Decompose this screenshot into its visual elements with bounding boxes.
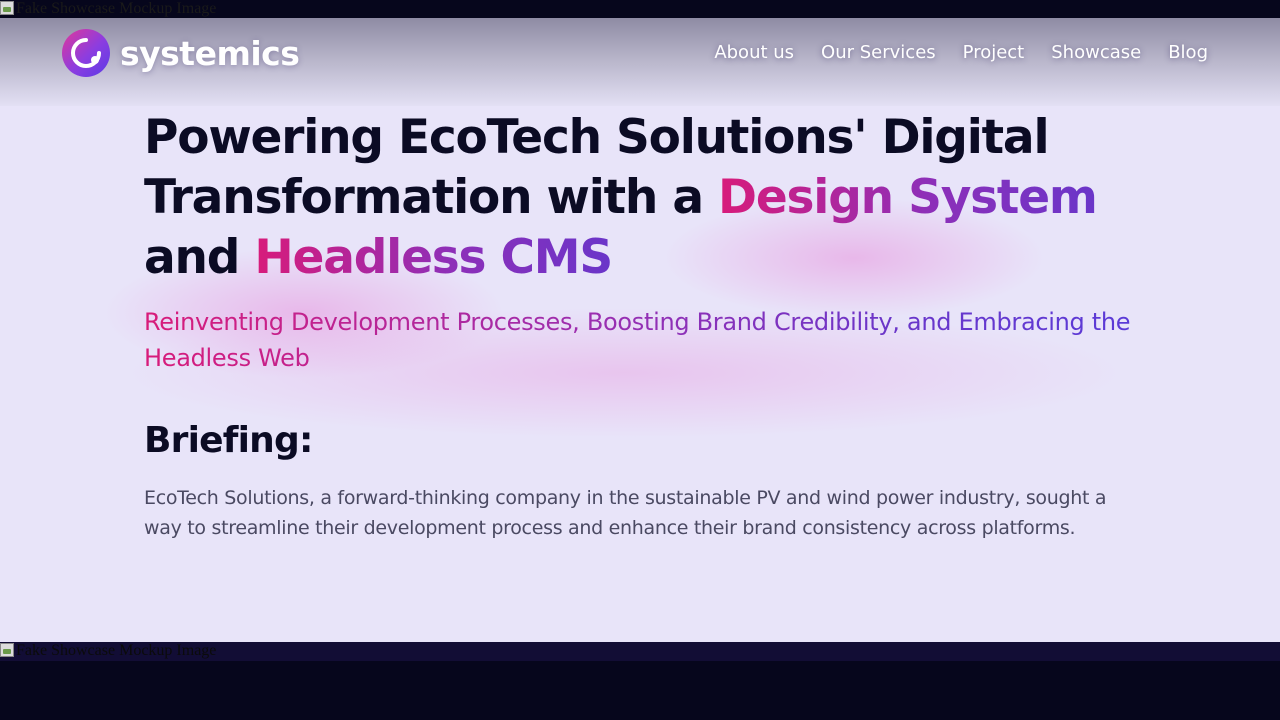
title-highlight-headless-cms: Headless CMS <box>254 230 613 285</box>
page-subtitle: Reinventing Development Processes, Boost… <box>144 304 1144 376</box>
showcase-mockup-image-top: Fake Showcase Mockup Image <box>0 0 1280 18</box>
showcase-mockup-image-bottom: Fake Showcase Mockup Image <box>0 642 1280 661</box>
broken-image-icon <box>0 643 14 657</box>
logo-link[interactable]: systemics <box>62 29 300 77</box>
nav-about-us[interactable]: About us <box>714 42 794 63</box>
title-text: and <box>144 230 255 285</box>
systemics-logo-icon <box>62 29 110 77</box>
main-nav: About us Our Services Project Showcase B… <box>714 42 1208 63</box>
broken-image-icon <box>0 1 14 15</box>
nav-blog[interactable]: Blog <box>1168 42 1208 63</box>
image-alt-text: Fake Showcase Mockup Image <box>16 0 217 17</box>
logo-text: systemics <box>120 33 300 73</box>
main-content: Powering EcoTech Solutions' Digital Tran… <box>104 108 1144 543</box>
nav-our-services[interactable]: Our Services <box>821 42 936 63</box>
nav-project[interactable]: Project <box>963 42 1025 63</box>
briefing-text: EcoTech Solutions, a forward-thinking co… <box>144 487 1107 539</box>
site-header: systemics About us Our Services Project … <box>0 18 1280 106</box>
title-highlight-design-system: Design System <box>718 170 1098 225</box>
image-alt-text: Fake Showcase Mockup Image <box>16 642 217 659</box>
showcase-page: systemics About us Our Services Project … <box>0 18 1280 642</box>
page-title: Powering EcoTech Solutions' Digital Tran… <box>144 108 1144 288</box>
nav-showcase[interactable]: Showcase <box>1051 42 1141 63</box>
